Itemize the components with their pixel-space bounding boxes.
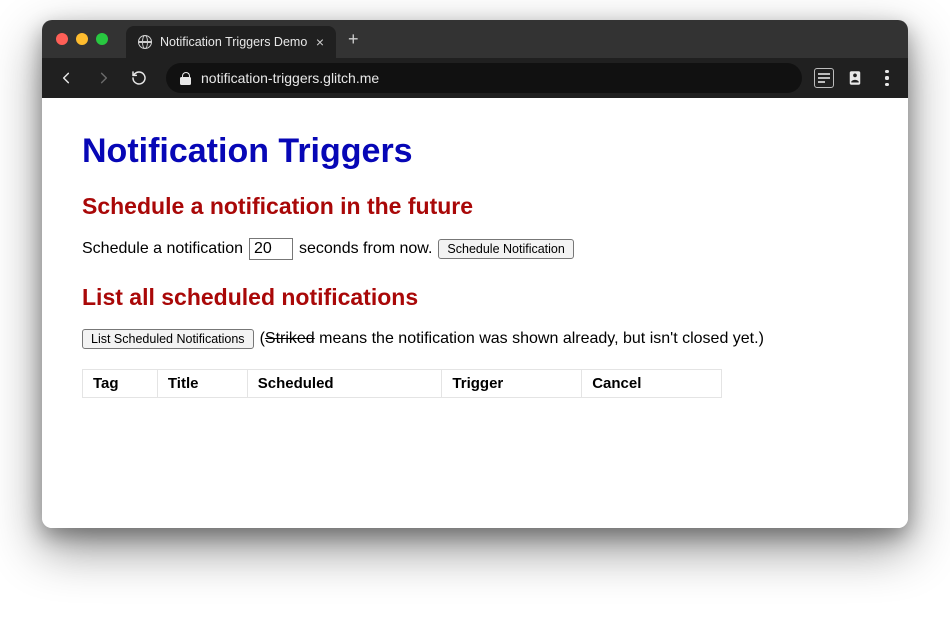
list-section: List all scheduled notifications List Sc… — [82, 284, 868, 398]
page-title: Notification Triggers — [82, 132, 868, 171]
forward-button[interactable] — [88, 63, 118, 93]
window-controls — [56, 33, 108, 45]
globe-icon — [138, 35, 152, 49]
schedule-label-after: seconds from now. — [299, 240, 432, 258]
window-minimize-button[interactable] — [76, 33, 88, 45]
toolbar-actions — [814, 67, 898, 89]
address-bar[interactable] — [166, 63, 802, 93]
list-legend: (Striked means the notification was show… — [260, 330, 764, 348]
col-trigger: Trigger — [442, 370, 582, 398]
col-tag: Tag — [83, 370, 158, 398]
browser-toolbar — [42, 58, 908, 98]
schedule-row: Schedule a notification seconds from now… — [82, 238, 868, 260]
col-title: Title — [157, 370, 247, 398]
reload-button[interactable] — [124, 63, 154, 93]
window-maximize-button[interactable] — [96, 33, 108, 45]
window-titlebar: Notification Triggers Demo × + — [42, 20, 908, 58]
schedule-section: Schedule a notification in the future Sc… — [82, 193, 868, 260]
browser-tab[interactable]: Notification Triggers Demo × — [126, 26, 336, 58]
browser-window: Notification Triggers Demo × + — [42, 20, 908, 528]
col-cancel: Cancel — [582, 370, 722, 398]
back-button[interactable] — [52, 63, 82, 93]
close-tab-button[interactable]: × — [316, 35, 324, 49]
profile-icon — [846, 69, 864, 87]
table-header-row: Tag Title Scheduled Trigger Cancel — [83, 370, 722, 398]
reload-icon — [131, 70, 147, 86]
list-heading: List all scheduled notifications — [82, 284, 868, 311]
arrow-left-icon — [59, 70, 75, 86]
list-row: List Scheduled Notifications (Striked me… — [82, 329, 868, 349]
schedule-label-before: Schedule a notification — [82, 240, 243, 258]
list-scheduled-button[interactable]: List Scheduled Notifications — [82, 329, 254, 349]
arrow-right-icon — [95, 70, 111, 86]
legend-striked: Striked — [265, 330, 315, 347]
browser-menu-button[interactable] — [876, 70, 898, 86]
scheduled-table: Tag Title Scheduled Trigger Cancel — [82, 369, 722, 398]
new-tab-button[interactable]: + — [348, 30, 359, 48]
url-input[interactable] — [201, 70, 788, 86]
reader-mode-button[interactable] — [814, 68, 834, 88]
col-scheduled: Scheduled — [247, 370, 442, 398]
schedule-notification-button[interactable]: Schedule Notification — [438, 239, 573, 259]
lock-icon — [180, 72, 191, 85]
profile-button[interactable] — [844, 67, 866, 89]
schedule-heading: Schedule a notification in the future — [82, 193, 868, 220]
page-content: Notification Triggers Schedule a notific… — [42, 98, 908, 528]
seconds-input[interactable] — [249, 238, 293, 260]
tab-title: Notification Triggers Demo — [160, 35, 308, 49]
window-close-button[interactable] — [56, 33, 68, 45]
